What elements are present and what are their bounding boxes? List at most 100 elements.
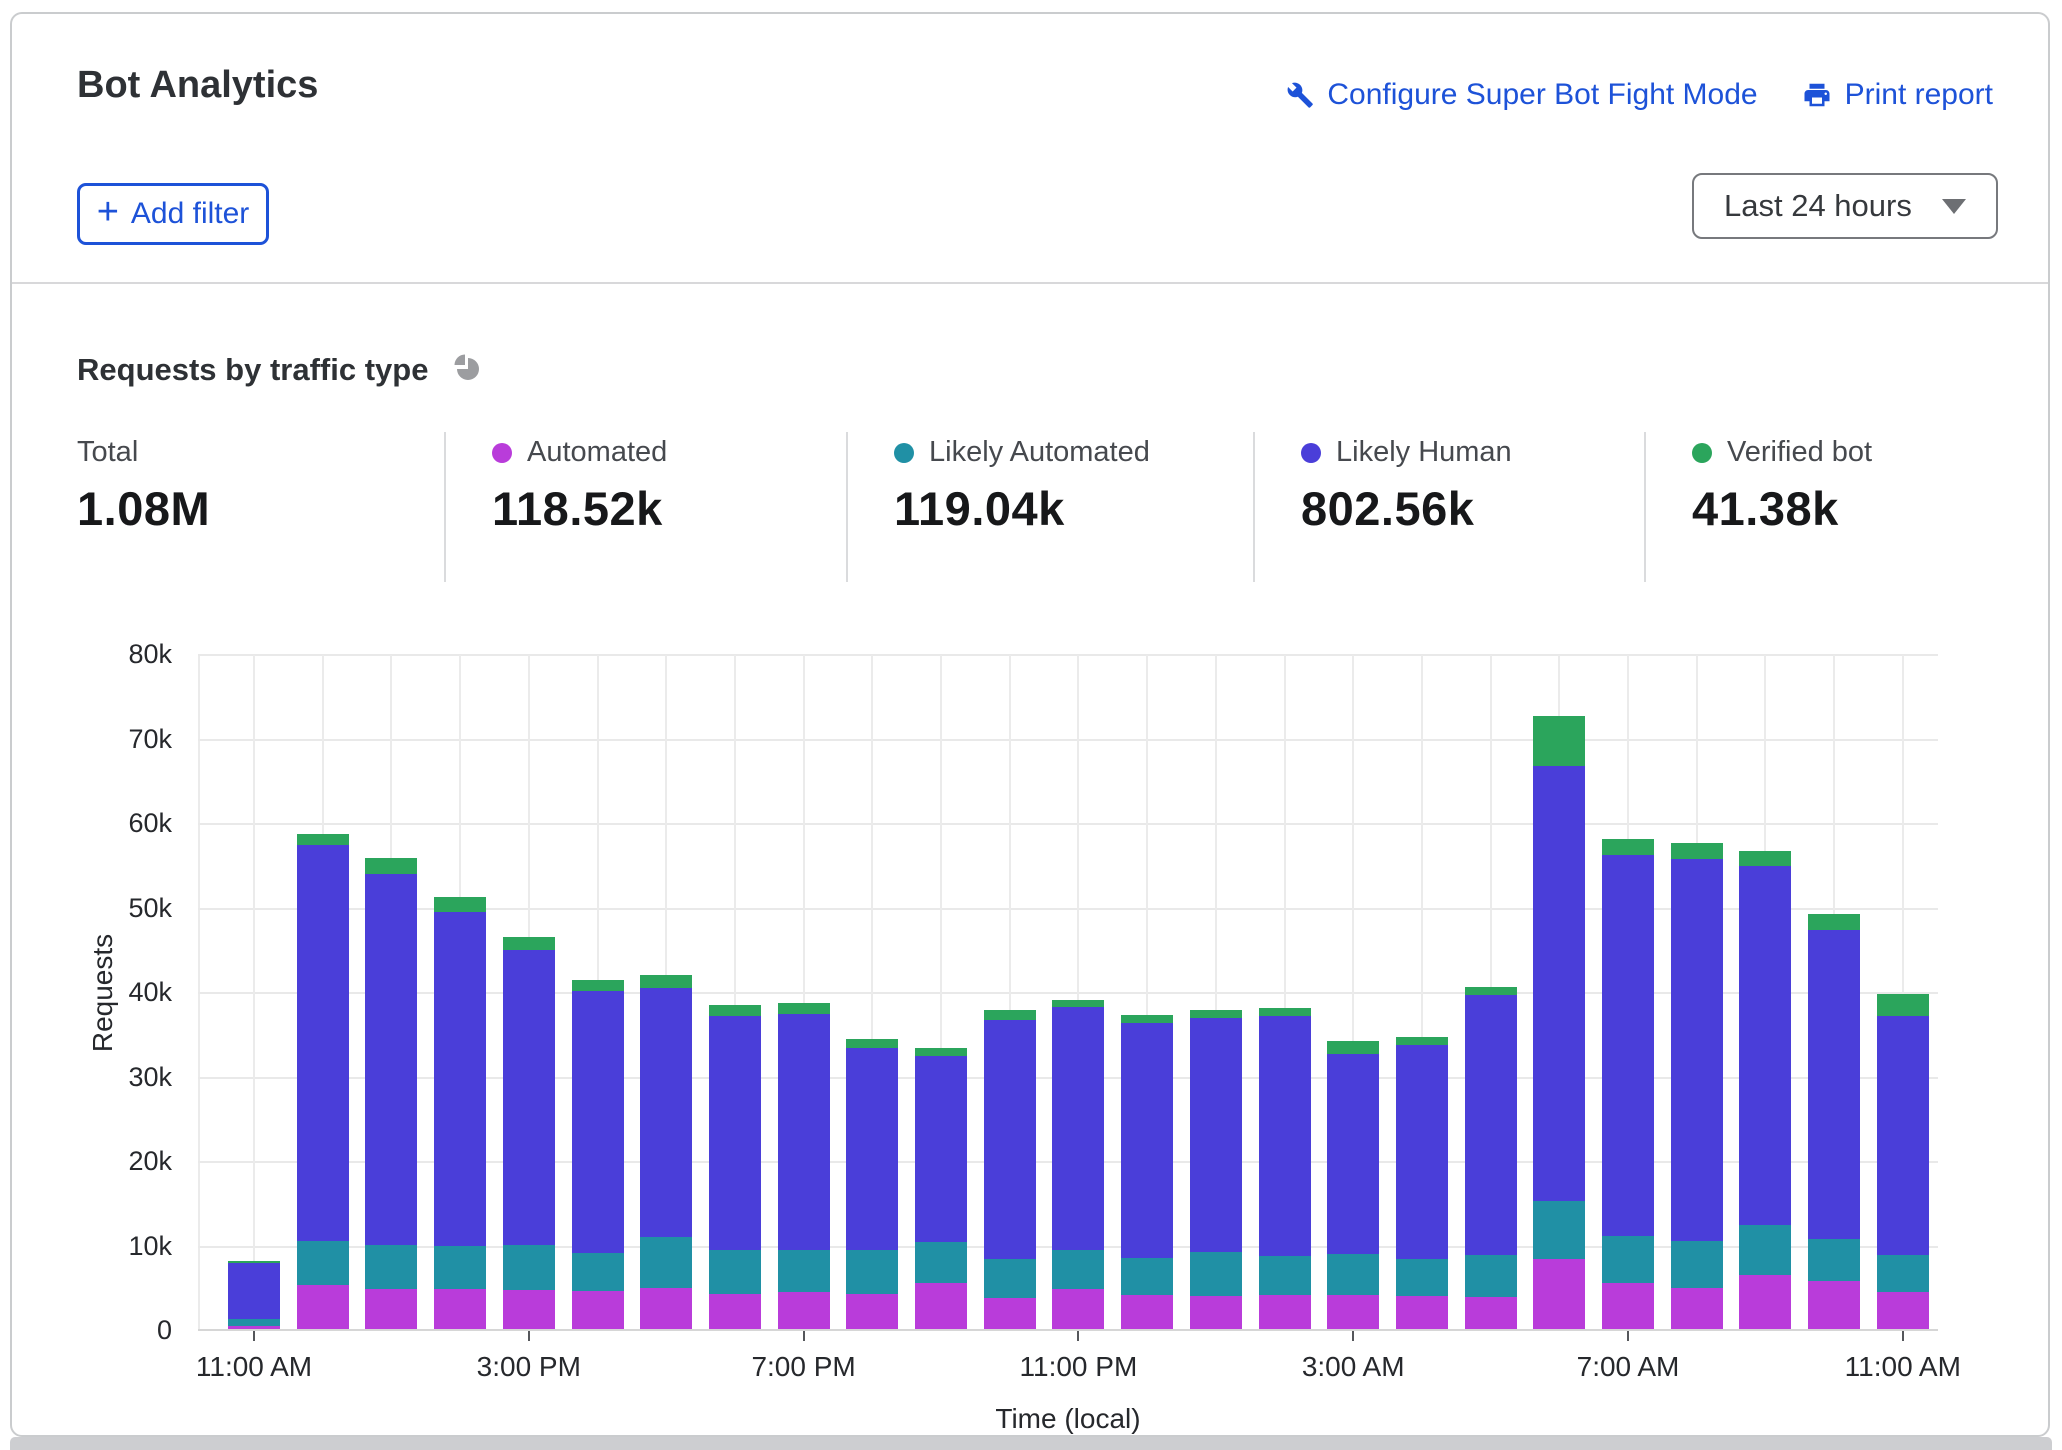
bar-segment-likely-human	[778, 1014, 830, 1251]
bar-segment-likely-automated	[1739, 1225, 1791, 1275]
bar-11-00-am-0[interactable]	[228, 1261, 280, 1329]
page-title: Bot Analytics	[77, 64, 318, 107]
likely-automated-legend-dot	[894, 443, 914, 463]
bar-segment-likely-automated	[297, 1241, 349, 1285]
bar-segment-likely-human	[1052, 1007, 1104, 1250]
bar-10-00-pm-11[interactable]	[984, 1010, 1036, 1329]
bar-segment-automated	[365, 1289, 417, 1329]
add-filter-button[interactable]: + Add filter	[77, 183, 269, 245]
bar-2-00-pm-3[interactable]	[434, 897, 486, 1329]
bar-segment-verified-bot	[709, 1005, 761, 1016]
bar-6-00-pm-7[interactable]	[709, 1005, 761, 1329]
bar-segment-likely-human	[1739, 866, 1791, 1225]
bar-11-00-am-24[interactable]	[1877, 994, 1929, 1329]
bar-10-00-am-23[interactable]	[1808, 914, 1860, 1329]
x-tick-label: 11:00 AM	[1803, 1351, 2003, 1383]
gridline-v	[253, 655, 255, 1329]
bar-7-00-pm-8[interactable]	[778, 1003, 830, 1329]
bar-segment-likely-human	[640, 988, 692, 1237]
stat-value-automated: 118.52k	[492, 481, 846, 536]
bar-segment-likely-human	[709, 1016, 761, 1250]
bar-12-00-pm-1[interactable]	[297, 834, 349, 1329]
bar-segment-likely-human	[503, 950, 555, 1246]
time-range-select[interactable]: Last 24 hours	[1692, 173, 1998, 239]
bar-segment-verified-bot	[1396, 1037, 1448, 1045]
bar-segment-likely-automated	[365, 1245, 417, 1289]
stat-label-likely-automated: Likely Automated	[894, 436, 1253, 469]
bar-segment-verified-bot	[1739, 851, 1791, 866]
y-tick-label: 50k	[98, 893, 172, 924]
bar-7-00-am-20[interactable]	[1602, 839, 1654, 1329]
bar-segment-likely-human	[915, 1056, 967, 1242]
bar-2-00-am-15[interactable]	[1259, 1008, 1311, 1329]
bar-segment-automated	[1259, 1295, 1311, 1329]
bar-3-00-am-16[interactable]	[1327, 1041, 1379, 1329]
bar-segment-automated	[1671, 1288, 1723, 1329]
bar-segment-verified-bot	[1533, 716, 1585, 766]
bar-12-00-am-13[interactable]	[1121, 1015, 1173, 1329]
bar-segment-likely-human	[365, 874, 417, 1246]
y-tick-label: 10k	[98, 1231, 172, 1262]
wrench-icon	[1286, 81, 1314, 109]
bar-segment-likely-human	[846, 1048, 898, 1249]
bar-segment-verified-bot	[640, 975, 692, 988]
y-tick-label: 30k	[98, 1062, 172, 1093]
bar-4-00-pm-5[interactable]	[572, 980, 624, 1329]
x-tick-label: 7:00 PM	[704, 1351, 904, 1383]
stat-label-text: Likely Human	[1336, 436, 1512, 469]
add-filter-label: Add filter	[131, 197, 249, 231]
stat-verified-bot: Verified bot41.38k	[1644, 432, 1993, 582]
bar-9-00-am-22[interactable]	[1739, 851, 1791, 1329]
bar-8-00-pm-9[interactable]	[846, 1039, 898, 1329]
bar-4-00-am-17[interactable]	[1396, 1037, 1448, 1329]
bar-segment-likely-automated	[846, 1250, 898, 1294]
bar-segment-automated	[1533, 1259, 1585, 1329]
bar-segment-verified-bot	[1259, 1008, 1311, 1016]
y-tick-label: 20k	[98, 1146, 172, 1177]
bar-segment-verified-bot	[1808, 914, 1860, 930]
bar-8-00-am-21[interactable]	[1671, 843, 1723, 1329]
bar-segment-likely-automated	[434, 1246, 486, 1289]
bar-segment-verified-bot	[434, 897, 486, 912]
bar-5-00-am-18[interactable]	[1465, 987, 1517, 1329]
bar-segment-automated	[1327, 1295, 1379, 1329]
bar-segment-verified-bot	[1052, 1000, 1104, 1008]
bar-segment-likely-automated	[984, 1259, 1036, 1298]
bar-segment-likely-automated	[640, 1237, 692, 1288]
bar-segment-likely-human	[1671, 859, 1723, 1241]
bar-segment-automated	[503, 1290, 555, 1329]
bar-segment-likely-automated	[503, 1245, 555, 1290]
bar-segment-automated	[915, 1283, 967, 1329]
bar-segment-automated	[1465, 1297, 1517, 1329]
bar-segment-verified-bot	[365, 858, 417, 873]
bar-segment-automated	[709, 1294, 761, 1329]
bar-segment-likely-automated	[1465, 1255, 1517, 1297]
bar-9-00-pm-10[interactable]	[915, 1048, 967, 1329]
bar-5-00-pm-6[interactable]	[640, 975, 692, 1329]
bar-segment-verified-bot	[1121, 1015, 1173, 1023]
stat-label-verified-bot: Verified bot	[1692, 436, 1993, 469]
bar-segment-verified-bot	[503, 937, 555, 950]
bar-11-00-pm-12[interactable]	[1052, 1000, 1104, 1330]
configure-link-label: Configure Super Bot Fight Mode	[1327, 78, 1757, 112]
bar-segment-automated	[1052, 1289, 1104, 1329]
header-divider	[12, 282, 2048, 284]
bar-6-00-am-19[interactable]	[1533, 716, 1585, 1329]
bar-3-00-pm-4[interactable]	[503, 937, 555, 1329]
bar-segment-verified-bot	[1671, 843, 1723, 859]
bar-segment-likely-human	[1808, 930, 1860, 1238]
print-report-link[interactable]: Print report	[1802, 78, 1993, 112]
bar-segment-automated	[1808, 1281, 1860, 1329]
stat-value-likely-human: 802.56k	[1301, 481, 1644, 536]
configure-super-bot-fight-mode-link[interactable]: Configure Super Bot Fight Mode	[1286, 78, 1757, 112]
stat-label-text: Total	[77, 436, 138, 469]
bar-1-00-pm-2[interactable]	[365, 858, 417, 1329]
bar-1-00-am-14[interactable]	[1190, 1010, 1242, 1329]
bar-segment-likely-automated	[1808, 1239, 1860, 1281]
bar-segment-likely-human	[1465, 995, 1517, 1254]
bar-segment-verified-bot	[297, 834, 349, 845]
header-links: Configure Super Bot Fight Mode Print rep…	[1286, 78, 1993, 112]
y-tick-label: 40k	[98, 977, 172, 1008]
bar-segment-likely-automated	[1396, 1259, 1448, 1296]
bar-segment-automated	[1877, 1292, 1929, 1329]
